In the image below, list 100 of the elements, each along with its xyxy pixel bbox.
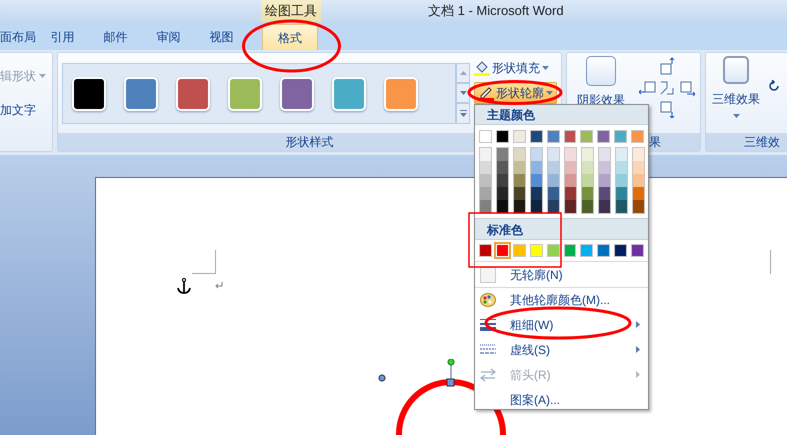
color-swatch[interactable]: [497, 148, 508, 161]
color-swatch[interactable]: [565, 187, 576, 200]
color-swatch[interactable]: [548, 174, 559, 187]
color-swatch[interactable]: [497, 187, 508, 200]
3d-effects-button[interactable]: 三维效果: [712, 56, 760, 118]
style-swatch[interactable]: [176, 76, 210, 110]
color-swatch[interactable]: [514, 161, 525, 174]
color-swatch[interactable]: [616, 148, 627, 161]
color-swatch[interactable]: [480, 187, 491, 200]
ribbon-tab[interactable]: 面布局: [0, 24, 36, 50]
ribbon-tab[interactable]: 视图: [195, 24, 248, 50]
ribbon-tab[interactable]: 格式: [262, 24, 318, 50]
color-swatch[interactable]: [565, 200, 576, 213]
menu-item[interactable]: 图案(A)...: [475, 387, 648, 412]
color-swatch[interactable]: [633, 187, 644, 200]
color-swatch[interactable]: [548, 187, 559, 200]
style-swatch[interactable]: [72, 76, 106, 110]
color-swatch[interactable]: [531, 200, 542, 213]
color-swatch[interactable]: [496, 130, 509, 143]
color-swatch[interactable]: [565, 174, 576, 187]
color-swatch[interactable]: [514, 148, 525, 161]
color-swatch[interactable]: [546, 244, 560, 257]
ribbon-tab[interactable]: 邮件: [89, 24, 142, 50]
color-swatch[interactable]: [614, 130, 628, 143]
style-swatch[interactable]: [384, 76, 418, 110]
color-swatch[interactable]: [599, 161, 610, 174]
color-swatch[interactable]: [512, 130, 526, 143]
color-swatch[interactable]: [616, 200, 627, 213]
color-swatch[interactable]: [548, 161, 559, 174]
color-swatch[interactable]: [633, 161, 644, 174]
color-swatch[interactable]: [582, 161, 593, 174]
menu-item[interactable]: 其他轮廓颜色(M)...: [475, 287, 648, 312]
color-swatch[interactable]: [497, 161, 508, 174]
color-swatch[interactable]: [582, 200, 593, 213]
color-swatch[interactable]: [531, 148, 542, 161]
gallery-more-button[interactable]: [456, 103, 470, 124]
color-swatch[interactable]: [497, 174, 508, 187]
color-swatch[interactable]: [616, 161, 627, 174]
color-swatch[interactable]: [512, 244, 526, 257]
color-swatch[interactable]: [633, 148, 644, 161]
color-swatch[interactable]: [599, 200, 610, 213]
paragraph-mark-icon: [215, 282, 223, 289]
style-swatch[interactable]: [280, 76, 314, 110]
color-swatch[interactable]: [480, 148, 491, 161]
3d-square-icon: [723, 56, 749, 84]
gallery-scroll-up[interactable]: [456, 63, 470, 83]
color-swatch[interactable]: [480, 161, 491, 174]
color-swatch[interactable]: [479, 130, 492, 143]
caret-icon: [546, 91, 553, 95]
caret-up-icon: [460, 71, 466, 75]
gallery-scroll-down[interactable]: [456, 83, 470, 103]
color-swatch[interactable]: [582, 187, 593, 200]
add-text-button[interactable]: 加文字: [0, 101, 52, 119]
color-swatch[interactable]: [633, 200, 644, 213]
color-swatch[interactable]: [582, 174, 593, 187]
color-swatch[interactable]: [616, 187, 627, 200]
style-swatch[interactable]: [332, 76, 366, 110]
menu-item[interactable]: 虚线(S): [475, 337, 648, 362]
menu-heading: 标准色: [475, 218, 648, 240]
color-swatch[interactable]: [616, 174, 627, 187]
color-swatch[interactable]: [531, 174, 542, 187]
shape-fill-button[interactable]: 形状填充: [474, 57, 557, 79]
color-swatch[interactable]: [497, 200, 508, 213]
color-swatch[interactable]: [548, 200, 559, 213]
color-swatch[interactable]: [599, 187, 610, 200]
color-swatch[interactable]: [633, 174, 644, 187]
color-swatch[interactable]: [480, 174, 491, 187]
color-swatch[interactable]: [514, 174, 525, 187]
style-swatch[interactable]: [124, 76, 158, 110]
color-swatch[interactable]: [531, 187, 542, 200]
color-swatch[interactable]: [597, 130, 610, 143]
color-swatch[interactable]: [530, 244, 543, 257]
color-swatch[interactable]: [580, 244, 594, 257]
color-swatch[interactable]: [631, 244, 644, 257]
color-swatch[interactable]: [631, 130, 644, 143]
color-swatch[interactable]: [531, 161, 542, 174]
color-swatch[interactable]: [479, 244, 492, 257]
color-swatch[interactable]: [546, 130, 560, 143]
ribbon-tab[interactable]: 审阅: [142, 24, 195, 50]
paint-bucket-icon: [474, 60, 490, 76]
color-swatch[interactable]: [530, 130, 543, 143]
style-swatch[interactable]: [228, 76, 262, 110]
color-swatch[interactable]: [580, 130, 594, 143]
color-swatch[interactable]: [564, 244, 576, 257]
color-swatch[interactable]: [599, 148, 610, 161]
color-swatch[interactable]: [514, 187, 525, 200]
color-swatch[interactable]: [514, 200, 525, 213]
menu-item[interactable]: 粗细(W): [475, 312, 648, 337]
expand-icon: [460, 110, 466, 117]
color-swatch[interactable]: [564, 130, 576, 143]
color-swatch[interactable]: [480, 200, 491, 213]
color-swatch[interactable]: [548, 148, 559, 161]
color-swatch[interactable]: [565, 148, 576, 161]
menu-item[interactable]: 无轮廓(N): [475, 262, 648, 287]
color-swatch[interactable]: [599, 174, 610, 187]
color-swatch[interactable]: [614, 244, 628, 257]
color-swatch[interactable]: [565, 161, 576, 174]
color-swatch[interactable]: [582, 148, 593, 161]
color-swatch[interactable]: [597, 244, 610, 257]
ribbon-tab[interactable]: 引用: [36, 24, 89, 50]
